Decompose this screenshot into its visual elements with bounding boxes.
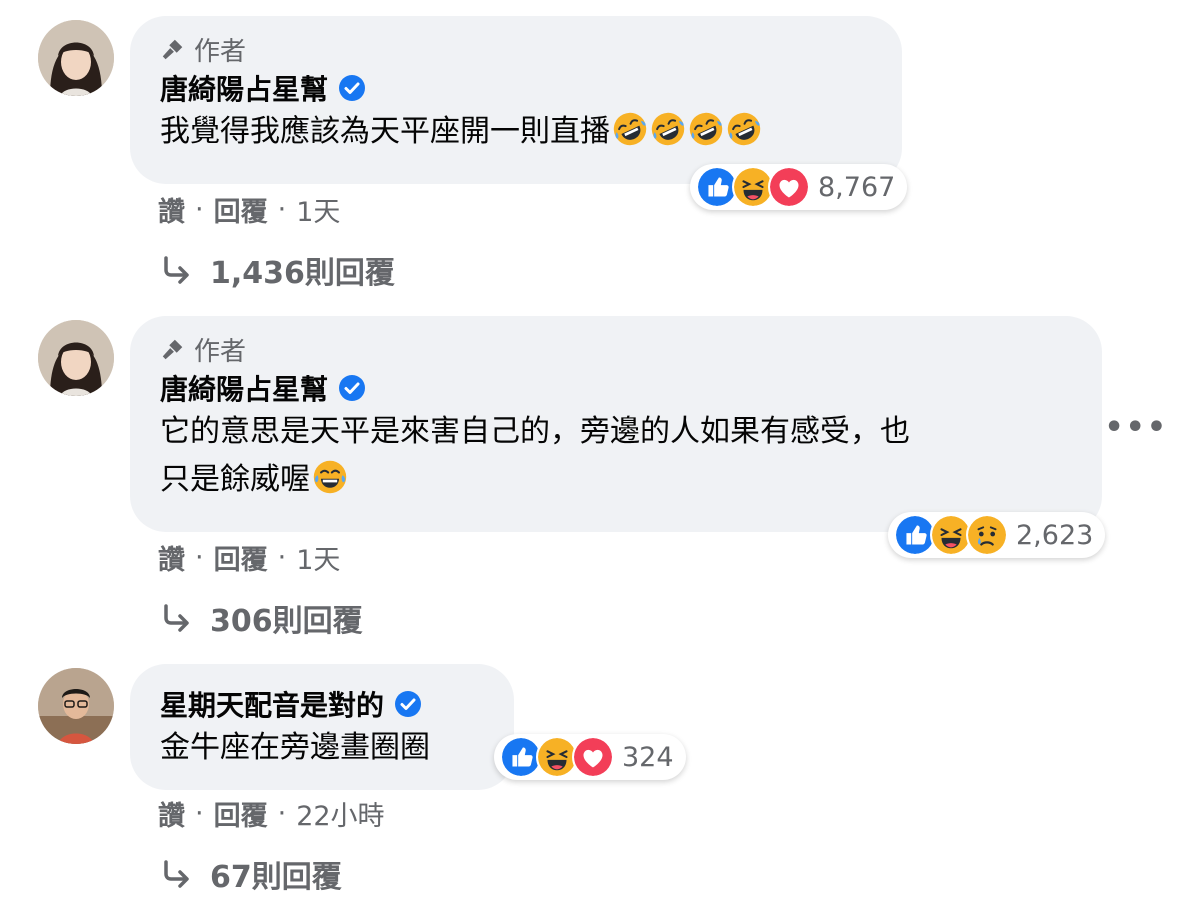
rofl-emoji-icon	[726, 111, 762, 147]
avatar[interactable]	[38, 320, 114, 396]
like-link[interactable]: 讚	[158, 538, 185, 577]
comment-text-line-1: 金牛座在旁邊畫圈圈	[160, 730, 430, 765]
reply-arrow-icon	[160, 254, 192, 286]
comment-1: 作者 唐綺陽占星幫 我覺得我應該為天平座開一則直播 8,767 讚 · 回覆 ·…	[0, 0, 1200, 300]
microphone-icon	[160, 36, 186, 62]
comment-3: 星期天配音是對的 金牛座在旁邊畫圈圈 324 讚 · 回覆 · 22小時 67則…	[0, 650, 1200, 906]
view-replies-link[interactable]: 67則回覆	[160, 852, 342, 896]
comment-text-line-1: 它的意思是天平是來害自己的，旁邊的人如果有感受，也	[160, 414, 910, 449]
dot-separator: ·	[195, 798, 204, 829]
reply-arrow-icon	[160, 858, 192, 890]
love-reaction-icon	[572, 736, 614, 778]
commenter-name-row: 唐綺陽占星幫	[160, 68, 872, 108]
comment-bubble: 作者 唐綺陽占星幫 我覺得我應該為天平座開一則直播	[130, 16, 902, 184]
comment-bubble: 作者 唐綺陽占星幫 它的意思是天平是來害自己的，旁邊的人如果有感受，也 只是餘威…	[130, 316, 1102, 532]
like-link[interactable]: 讚	[158, 794, 185, 833]
more-options-icon[interactable]: •••	[1104, 410, 1168, 445]
commenter-name[interactable]: 唐綺陽占星幫	[160, 68, 328, 108]
reply-link[interactable]: 回覆	[214, 190, 268, 229]
reaction-summary[interactable]: 8,767	[690, 164, 908, 210]
rofl-emoji-icon	[612, 111, 648, 147]
replies-count-label: 1,436則回覆	[210, 256, 395, 291]
author-badge-label: 作者	[194, 36, 247, 67]
replies-count-label: 67則回覆	[210, 860, 342, 895]
comment-text-line-2: 只是餘威喔	[160, 462, 310, 497]
reaction-summary[interactable]: 2,623	[888, 512, 1106, 558]
view-replies-link[interactable]: 1,436則回覆	[160, 248, 395, 292]
dot-separator: ·	[277, 798, 287, 829]
reply-link[interactable]: 回覆	[214, 794, 268, 833]
replies-count-label: 306則回覆	[210, 604, 363, 639]
comment-text: 它的意思是天平是來害自己的，旁邊的人如果有感受，也 只是餘威喔	[160, 408, 1072, 504]
dot-separator: ·	[195, 542, 204, 573]
comment-text: 我覺得我應該為天平座開一則直播	[160, 108, 872, 156]
comment-bubble: 星期天配音是對的 金牛座在旁邊畫圈圈	[130, 664, 514, 790]
author-badge-label: 作者	[194, 336, 247, 367]
comment-text: 金牛座在旁邊畫圈圈	[160, 724, 484, 772]
comment-text-line-1: 我覺得我應該為天平座開一則直播	[160, 114, 610, 149]
commenter-name[interactable]: 星期天配音是對的	[160, 684, 384, 724]
timestamp[interactable]: 1天	[296, 190, 340, 229]
avatar[interactable]	[38, 20, 114, 96]
reaction-count: 2,623	[1016, 519, 1094, 551]
joy-emoji-icon	[312, 459, 348, 495]
reaction-count: 324	[622, 741, 674, 773]
reply-arrow-icon	[160, 602, 192, 634]
timestamp[interactable]: 1天	[296, 538, 340, 577]
avatar[interactable]	[38, 668, 114, 744]
commenter-name-row: 星期天配音是對的	[160, 684, 484, 724]
like-link[interactable]: 讚	[158, 190, 185, 229]
reply-link[interactable]: 回覆	[214, 538, 268, 577]
avatar-woman-image	[38, 20, 114, 96]
dot-separator: ·	[277, 194, 287, 225]
reaction-count: 8,767	[818, 171, 896, 203]
rofl-emoji-icon	[650, 111, 686, 147]
commenter-name-row: 唐綺陽占星幫	[160, 368, 1072, 408]
rofl-emoji-icon	[688, 111, 724, 147]
verified-badge-icon	[338, 74, 366, 102]
microphone-icon	[160, 336, 186, 362]
verified-badge-icon	[338, 374, 366, 402]
avatar-man-image	[38, 668, 114, 744]
avatar-woman-image	[38, 320, 114, 396]
reaction-summary[interactable]: 324	[494, 734, 686, 780]
comment-2: 作者 唐綺陽占星幫 它的意思是天平是來害自己的，旁邊的人如果有感受，也 只是餘威…	[0, 300, 1200, 650]
sad-reaction-icon	[966, 514, 1008, 556]
author-badge: 作者	[160, 330, 1072, 368]
verified-badge-icon	[394, 690, 422, 718]
comment-actions: 讚 · 回覆 · 1天	[158, 538, 340, 577]
commenter-name[interactable]: 唐綺陽占星幫	[160, 368, 328, 408]
author-badge: 作者	[160, 30, 872, 68]
dot-separator: ·	[195, 194, 204, 225]
comment-actions: 讚 · 回覆 · 22小時	[158, 794, 385, 833]
love-reaction-icon	[768, 166, 810, 208]
timestamp[interactable]: 22小時	[296, 794, 384, 833]
view-replies-link[interactable]: 306則回覆	[160, 596, 363, 640]
dot-separator: ·	[277, 542, 287, 573]
comment-actions: 讚 · 回覆 · 1天	[158, 190, 340, 229]
